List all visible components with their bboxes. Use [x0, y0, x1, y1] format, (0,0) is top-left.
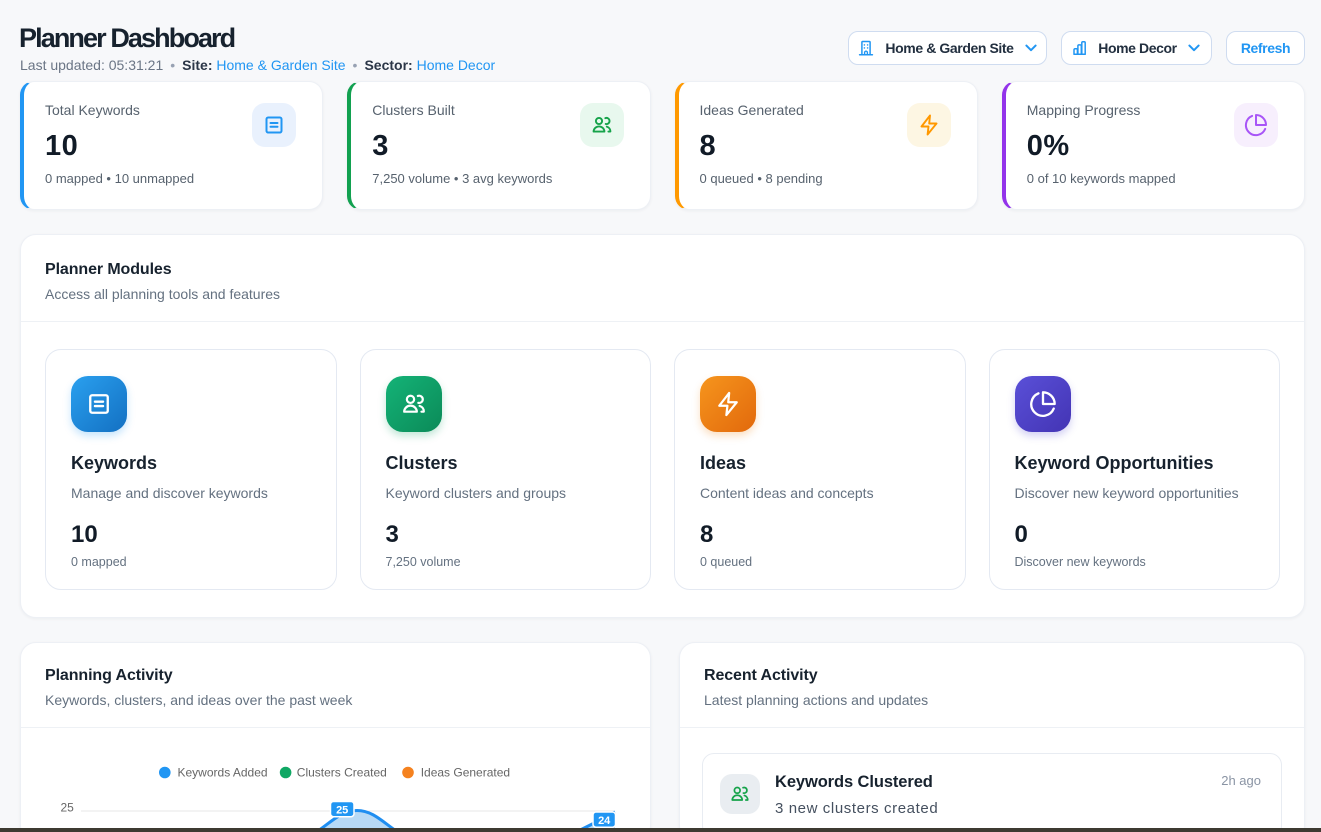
- svg-text:Keywords Added: Keywords Added: [178, 766, 268, 780]
- svg-text:25: 25: [60, 801, 74, 815]
- svg-text:25: 25: [336, 804, 348, 816]
- svg-text:Ideas Generated: Ideas Generated: [421, 766, 510, 780]
- svg-text:24: 24: [598, 815, 611, 827]
- svg-text:Clusters Created: Clusters Created: [297, 766, 387, 780]
